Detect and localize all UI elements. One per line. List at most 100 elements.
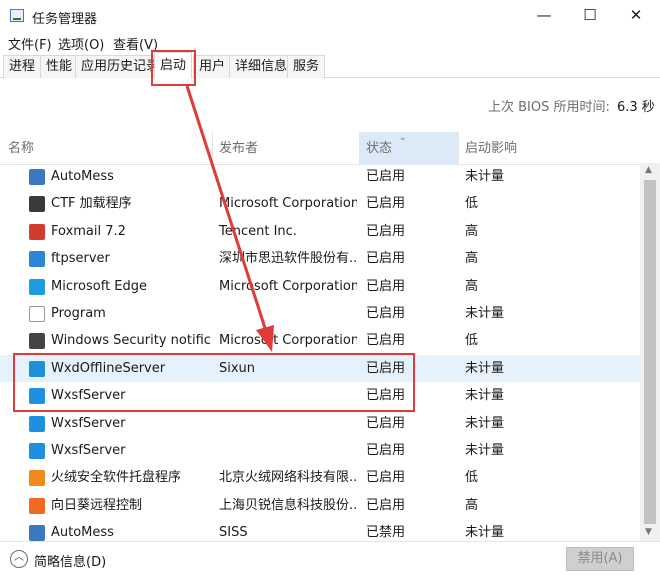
cell-impact: 低 <box>465 333 479 349</box>
tab-performance[interactable]: 性能 <box>40 55 79 78</box>
tab-app-history[interactable]: 应用历史记录 <box>75 55 166 78</box>
sunflower-icon <box>29 497 45 514</box>
table-row[interactable]: CTF 加载程序 Microsoft Corporation 已启用 低 <box>0 190 640 217</box>
minimize-button[interactable]: — <box>521 0 567 32</box>
foxmail-icon <box>29 223 45 240</box>
close-button[interactable]: ✕ <box>613 0 659 32</box>
bios-time-label: 上次 BIOS 所用时间: <box>488 100 610 115</box>
table-row[interactable]: Microsoft Edge Microsoft Corporation 已启用 高 <box>0 273 640 300</box>
cell-impact: 高 <box>465 497 479 513</box>
tab-details[interactable]: 详细信息 <box>229 55 294 78</box>
cell-impact: 未计量 <box>465 360 505 376</box>
cell-publisher: 北京火绒网络科技有限... <box>219 470 357 486</box>
cell-publisher: Sixun <box>219 360 256 376</box>
cell-name: WxsfServer <box>51 443 126 458</box>
footer-bar: ︿ 简略信息(D) 禁用(A) <box>0 541 660 584</box>
blank-document-icon <box>29 306 45 322</box>
column-header-row: 名称 发布者 ⌄ 状态 启动影响 <box>0 132 660 165</box>
tab-users[interactable]: 用户 <box>193 55 232 78</box>
table-row[interactable]: ftpserver 深圳市思迅软件股份有... 已启用 高 <box>0 245 640 272</box>
shield-icon <box>29 333 45 350</box>
cell-impact: 未计量 <box>465 388 505 404</box>
cell-status: 已启用 <box>366 223 406 239</box>
collapse-chevron-icon[interactable]: ︿ <box>10 550 28 568</box>
table-row[interactable]: Program 已启用 未计量 <box>0 300 640 327</box>
table-row[interactable]: WxsfServer 已启用 未计量 <box>0 382 640 409</box>
table-row[interactable]: WxdOfflineServer Sixun 已启用 未计量 <box>0 354 640 383</box>
table-row[interactable]: WxsfServer 已启用 未计量 <box>0 437 640 464</box>
cell-name: Microsoft Edge <box>51 278 148 294</box>
cell-name: Foxmail 7.2 <box>51 223 126 239</box>
cell-impact: 高 <box>465 223 479 239</box>
cell-name: ftpserver <box>51 251 110 267</box>
window-title: 任务管理器 <box>32 12 98 27</box>
cell-name: AutoMess <box>51 525 114 541</box>
cell-status: 已启用 <box>366 196 406 212</box>
disable-button[interactable]: 禁用(A) <box>566 547 634 571</box>
ctf-pen-icon <box>29 196 45 213</box>
cell-status: 已启用 <box>366 443 406 458</box>
table-row[interactable]: WxsfServer 已启用 未计量 <box>0 410 640 437</box>
cell-status: 已启用 <box>366 278 406 294</box>
column-header-publisher[interactable]: 发布者 <box>213 132 359 165</box>
tab-processes[interactable]: 进程 <box>3 55 42 78</box>
column-header-impact[interactable]: 启动影响 <box>459 132 639 165</box>
wxsf-cart-icon <box>29 415 45 432</box>
cell-name: CTF 加载程序 <box>51 196 132 212</box>
huorong-flame-icon <box>29 470 45 487</box>
scrollbar-thumb[interactable] <box>644 180 656 524</box>
menu-options[interactable]: 选项(O) <box>58 34 104 53</box>
cell-impact: 低 <box>465 196 479 212</box>
cell-name: WxsfServer <box>51 415 126 431</box>
cell-publisher: 深圳市思迅软件股份有... <box>219 251 357 267</box>
table-row[interactable]: Foxmail 7.2 Tencent Inc. 已启用 高 <box>0 218 640 245</box>
column-header-status[interactable]: ⌄ 状态 <box>360 132 458 165</box>
cell-status: 已启用 <box>366 251 406 267</box>
cell-publisher: Microsoft Corporation <box>219 278 357 294</box>
cell-status: 已启用 <box>366 169 406 184</box>
ftp-server-icon <box>29 251 45 268</box>
fewer-details-link[interactable]: 简略信息(D) <box>34 551 106 570</box>
cell-publisher: 上海贝锐信息科技股份... <box>219 497 357 513</box>
table-row[interactable]: AutoMess SISS 已禁用 未计量 <box>0 519 640 541</box>
scroll-up-arrow-icon[interactable]: ▲ <box>645 165 652 175</box>
cell-name: Program <box>51 306 106 321</box>
cell-status: 已启用 <box>366 415 406 431</box>
cell-name: AutoMess <box>51 169 114 184</box>
vertical-scrollbar[interactable]: ▲ ▼ <box>640 163 660 541</box>
tab-services[interactable]: 服务 <box>287 55 326 78</box>
menu-file[interactable]: 文件(F) <box>8 34 52 53</box>
cell-name: 向日葵远程控制 <box>51 497 143 513</box>
sort-chevron-icon: ⌄ <box>399 133 407 143</box>
app-window-icon <box>29 525 45 541</box>
cell-status: 已启用 <box>366 388 406 404</box>
cell-name: WxsfServer <box>51 388 126 404</box>
bios-time-value: 6.3 秒 <box>617 100 655 115</box>
tab-startup[interactable]: 启动 <box>154 52 193 79</box>
cell-status: 已启用 <box>366 360 406 376</box>
cell-impact: 高 <box>465 251 479 267</box>
scroll-down-arrow-icon[interactable]: ▼ <box>645 527 652 537</box>
wxsf-cart-icon <box>29 388 45 405</box>
table-row[interactable]: 火绒安全软件托盘程序 北京火绒网络科技有限... 已启用 低 <box>0 464 640 491</box>
task-manager-icon <box>10 9 24 22</box>
table-row[interactable]: 向日葵远程控制 上海贝锐信息科技股份... 已启用 高 <box>0 492 640 519</box>
edge-icon <box>29 278 45 295</box>
cell-status: 已禁用 <box>366 525 406 541</box>
cell-status: 已启用 <box>366 306 406 321</box>
maximize-button[interactable]: ☐ <box>567 0 613 32</box>
startup-list: AutoMess 已启用 未计量 CTF 加载程序 Microsoft Corporat… <box>0 163 640 541</box>
cell-name: WxdOfflineServer <box>51 360 166 376</box>
cell-status: 已启用 <box>366 470 406 486</box>
cell-status: 已启用 <box>366 497 406 513</box>
table-row[interactable]: Windows Security notifica... Microsoft Co… <box>0 327 640 354</box>
tab-bar: 进程 性能 应用历史记录 启动 用户 详细信息 服务 <box>0 52 660 79</box>
cell-publisher: Microsoft Corporation <box>219 196 357 212</box>
column-header-name[interactable]: 名称 <box>0 132 212 165</box>
cell-impact: 未计量 <box>465 169 505 184</box>
menu-view[interactable]: 查看(V) <box>113 34 158 53</box>
title-bar: 任务管理器 — ☐ ✕ <box>0 0 660 32</box>
column-header-status-label: 状态 <box>366 141 393 156</box>
table-row[interactable]: AutoMess 已启用 未计量 <box>0 163 640 190</box>
cell-status: 已启用 <box>366 333 406 349</box>
